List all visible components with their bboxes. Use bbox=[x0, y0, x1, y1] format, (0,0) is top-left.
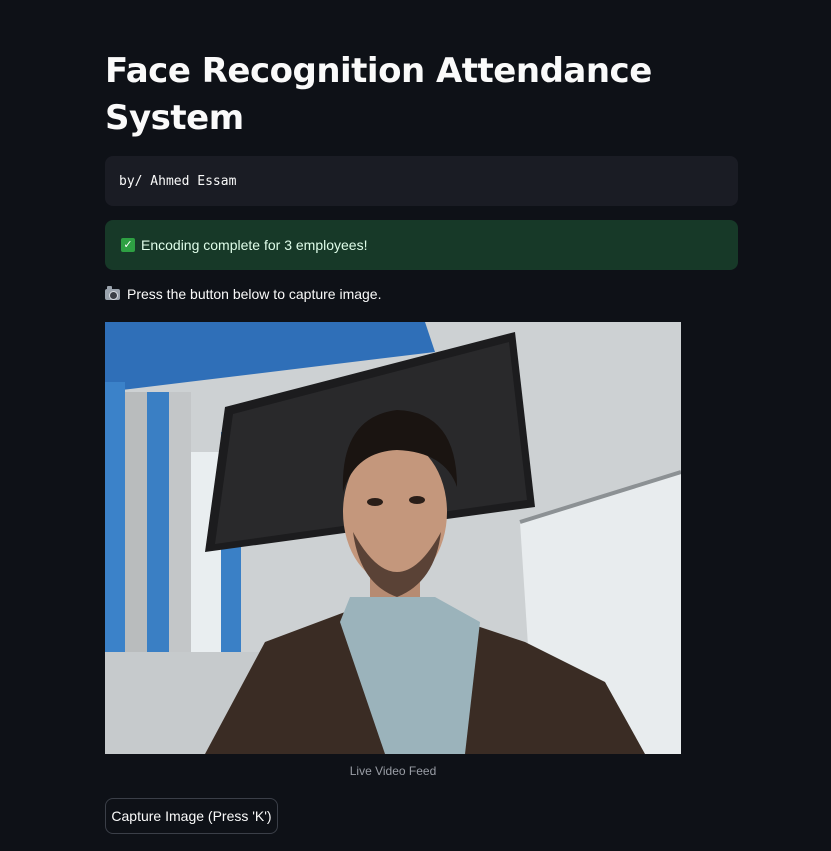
video-caption: Live Video Feed bbox=[349, 764, 437, 778]
capture-instruction: Press the button below to capture image. bbox=[105, 285, 382, 302]
live-video-feed bbox=[105, 322, 681, 754]
capture-instruction-text: Press the button below to capture image. bbox=[127, 286, 382, 302]
check-icon: ✓ bbox=[121, 238, 135, 252]
success-alert: ✓ Encoding complete for 3 employees! bbox=[105, 220, 738, 270]
camera-icon bbox=[105, 285, 120, 300]
author-text: by/ Ahmed Essam bbox=[119, 173, 237, 189]
capture-image-button[interactable]: Capture Image (Press 'K') bbox=[105, 798, 278, 834]
video-frame-image bbox=[105, 322, 681, 754]
author-code-block: by/ Ahmed Essam bbox=[105, 156, 738, 206]
success-message: Encoding complete for 3 employees! bbox=[141, 237, 368, 253]
page-title: Face Recognition Attendance System bbox=[105, 51, 652, 138]
